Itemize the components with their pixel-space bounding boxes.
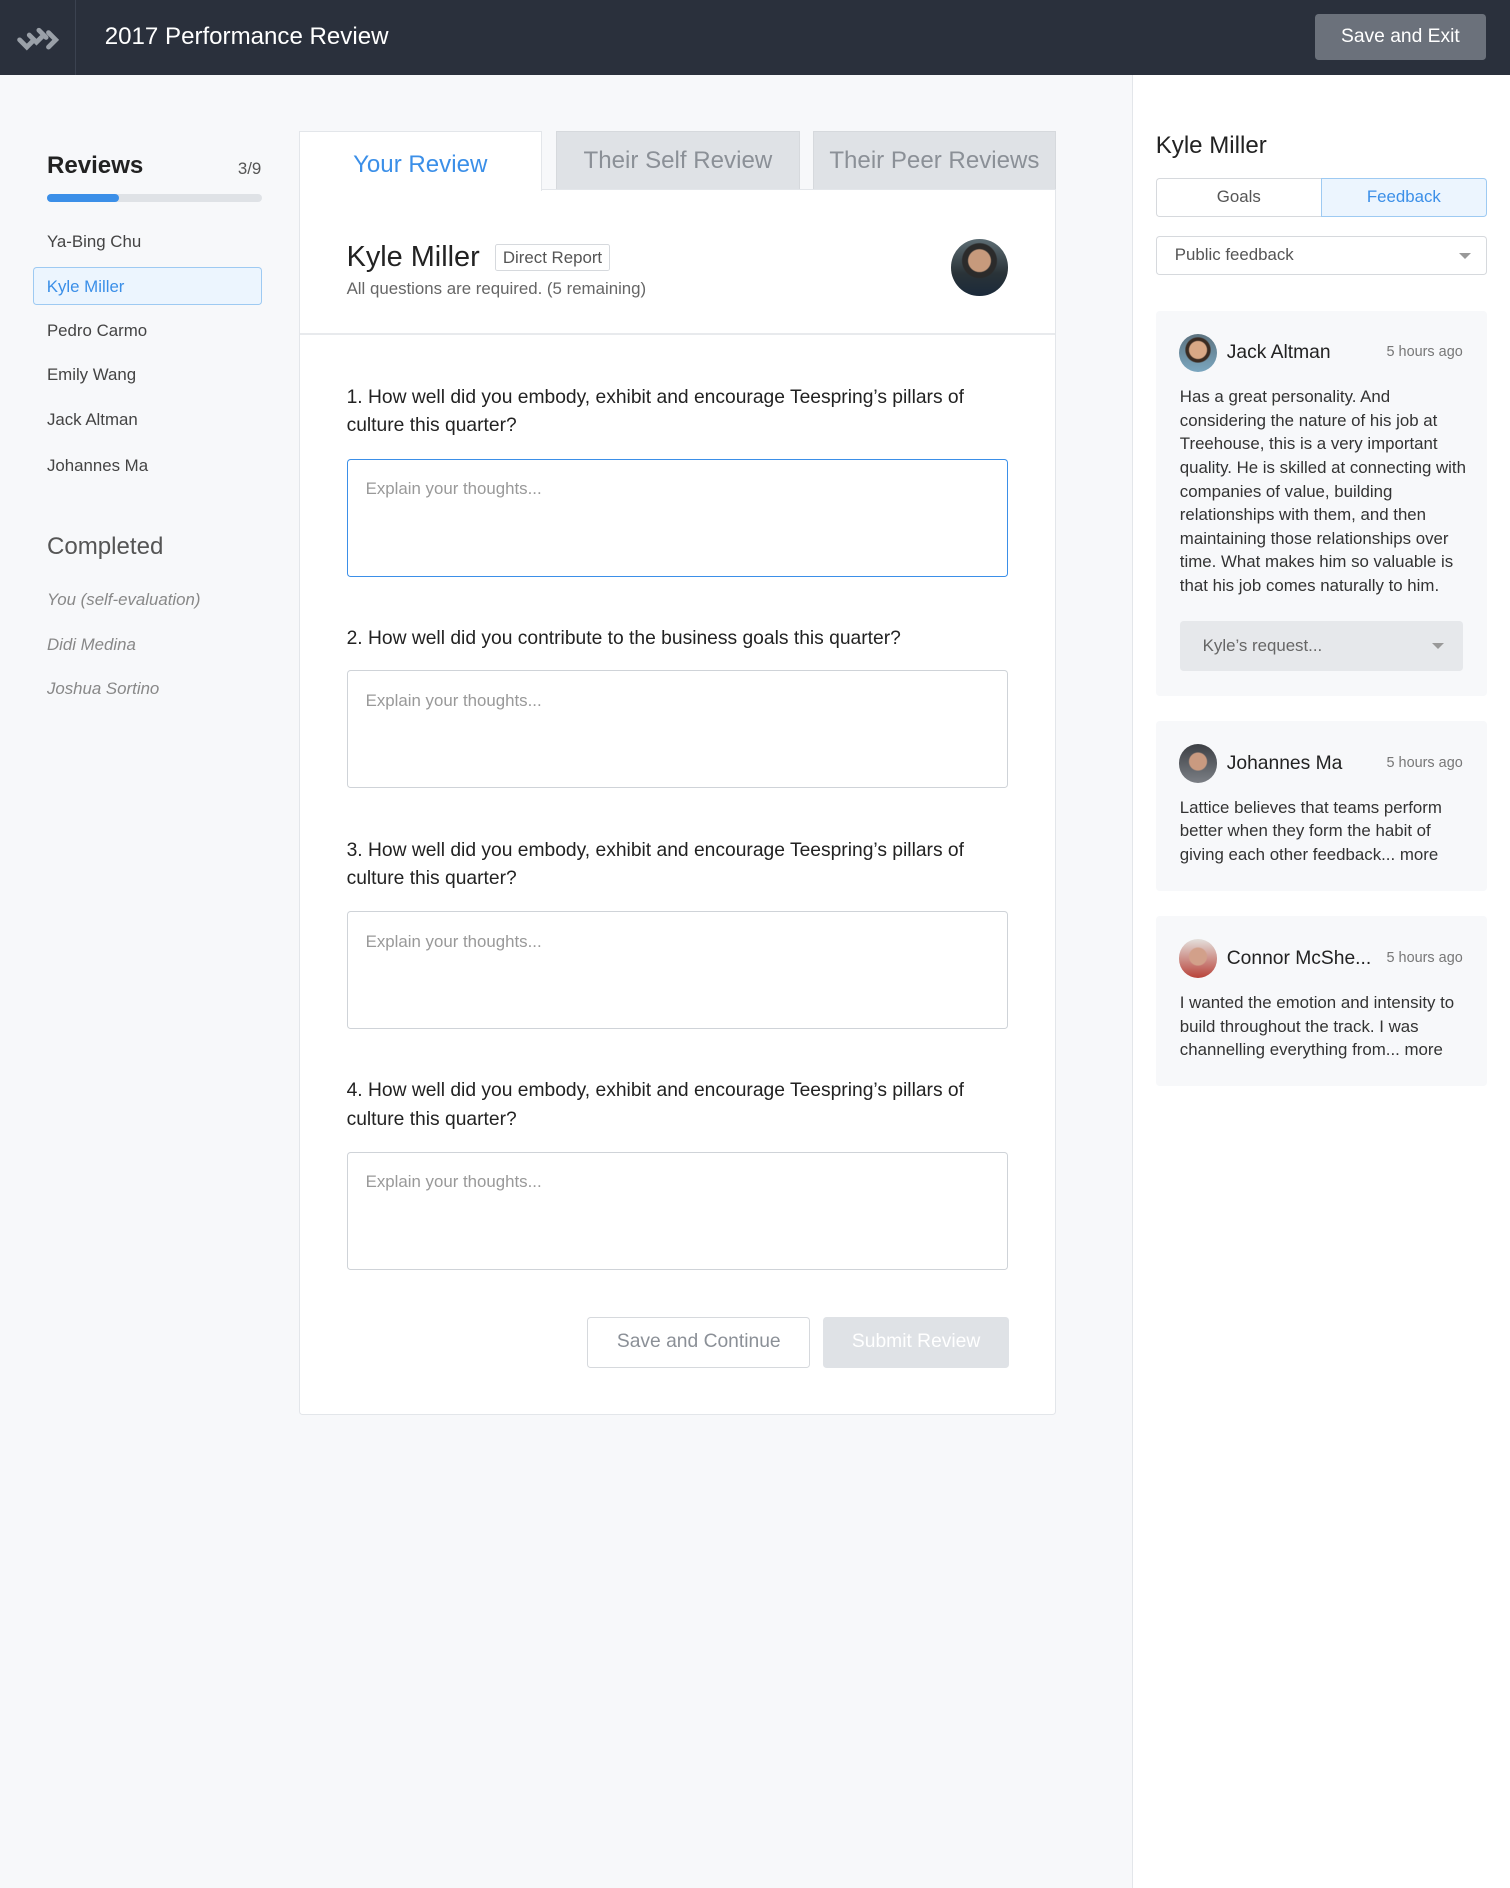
request-dropdown[interactable]: Kyle’s request... <box>1179 621 1463 671</box>
page-title: 2017 Performance Review <box>104 22 389 50</box>
avatar <box>1178 939 1218 978</box>
tab-their-self-review[interactable]: Their Self Review <box>556 131 800 190</box>
avatar <box>1178 744 1218 783</box>
question-4: 4. How well did you embody, exhibit and … <box>346 1080 964 1130</box>
relationship-badge: Direct Report <box>494 244 611 272</box>
tab-your-review[interactable]: Your Review <box>298 131 542 192</box>
required-note: All questions are required. (5 remaining… <box>346 279 647 299</box>
question-2: 2. How well did you contribute to the bu… <box>346 627 901 649</box>
submit-review-button[interactable]: Submit Review <box>823 1317 1009 1368</box>
progress-fill <box>46 193 119 203</box>
reviews-progress-bar <box>46 193 263 203</box>
chevron-down-icon <box>1459 252 1472 259</box>
sidebar-item-johannes-ma[interactable]: Johannes Ma <box>33 447 263 484</box>
completed-item[interactable]: Didi Medina <box>47 635 136 655</box>
feedback-time: 5 hours ago <box>1386 950 1463 966</box>
feedback-segment[interactable]: Feedback <box>1320 178 1487 217</box>
panel-person-name: Kyle Miller <box>1155 132 1267 160</box>
answer-4-input[interactable] <box>346 1152 1008 1271</box>
feedback-text: I wanted the emotion and intensity to bu… <box>1179 992 1455 1060</box>
answer-2-input[interactable] <box>346 670 1008 789</box>
sidebar-item-pedro-carmo[interactable]: Pedro Carmo <box>33 312 263 349</box>
completed-item[interactable]: Joshua Sortino <box>47 679 159 699</box>
feedback-text: Lattice believes that teams perform bett… <box>1179 797 1442 865</box>
save-and-exit-button[interactable]: Save and Exit <box>1314 14 1486 61</box>
sidebar-item-jack-altman[interactable]: Jack Altman <box>33 401 263 438</box>
question-1: 1. How well did you embody, exhibit and … <box>346 386 964 437</box>
reviewee-name: Kyle Miller <box>346 240 480 273</box>
divider <box>299 333 1055 335</box>
avatar <box>1178 333 1218 373</box>
feedback-filter-dropdown[interactable]: Public feedback <box>1155 235 1487 275</box>
feedback-time: 5 hours ago <box>1386 344 1463 361</box>
answer-1-input[interactable] <box>346 458 1008 577</box>
lattice-logo[interactable] <box>0 0 76 75</box>
avatar <box>951 239 1008 296</box>
goals-segment[interactable]: Goals <box>1155 178 1321 217</box>
save-and-continue-button[interactable]: Save and Continue <box>587 1317 811 1368</box>
answer-3-input[interactable] <box>346 911 1008 1030</box>
reviews-heading: Reviews <box>46 151 144 179</box>
tab-their-peer-reviews[interactable]: Their Peer Reviews <box>812 131 1056 190</box>
panel-segment-control: Goals Feedback <box>1155 178 1487 217</box>
sidebar-item-emily-wang[interactable]: Emily Wang <box>33 356 263 393</box>
feedback-card: Johannes Ma 5 hours ago Lattice believes… <box>1155 721 1487 891</box>
feedback-author: Jack Altman <box>1226 341 1331 363</box>
feedback-time: 5 hours ago <box>1386 754 1463 771</box>
dropdown-value: Public feedback <box>1174 244 1294 264</box>
completed-item[interactable]: You (self-evaluation) <box>47 590 201 610</box>
dropdown-value: Kyle’s request... <box>1202 636 1323 656</box>
feedback-text: Has a great personality. And considering… <box>1179 387 1466 596</box>
sidebar-item-ya-bing-chu[interactable]: Ya-Bing Chu <box>33 223 263 260</box>
completed-heading: Completed <box>46 533 164 561</box>
chevron-down-icon <box>1431 642 1444 649</box>
feedback-author: Connor McShe... <box>1226 947 1372 969</box>
feedback-card: Connor McShe... 5 hours ago I wanted the… <box>1155 916 1487 1087</box>
reviews-count: 3/9 <box>237 158 262 178</box>
feedback-panel: Kyle Miller Goals Feedback Public feedba… <box>1131 74 1510 1888</box>
review-form: Kyle Miller Direct Report All questions … <box>298 189 1056 1415</box>
feedback-card: Jack Altman 5 hours ago Has a great pers… <box>1155 310 1487 696</box>
feedback-author: Johannes Ma <box>1226 752 1343 774</box>
question-3: 3. How well did you embody, exhibit and … <box>346 839 964 889</box>
sidebar-item-kyle-miller[interactable]: Kyle Miller <box>32 267 263 305</box>
top-bar: 2017 Performance Review Save and Exit <box>0 0 1510 75</box>
